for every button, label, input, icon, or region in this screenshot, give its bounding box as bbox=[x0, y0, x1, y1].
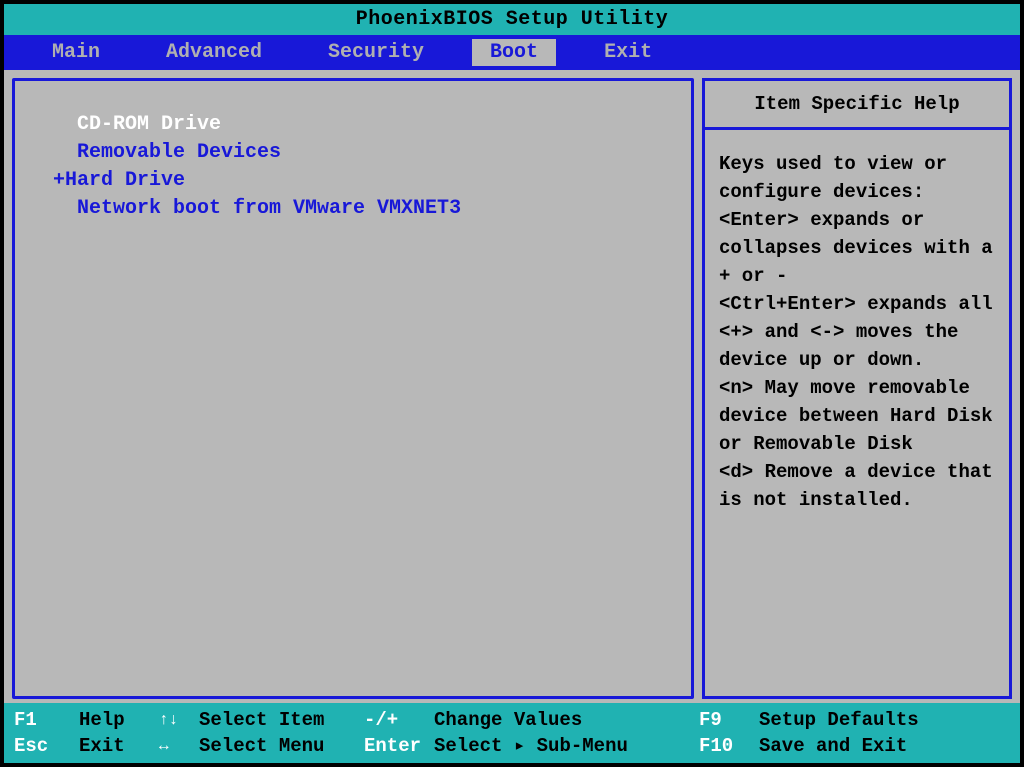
label-change-values: Change Values bbox=[434, 707, 699, 733]
label-select-submenu: Select ▸ Sub-Menu bbox=[434, 733, 699, 759]
key-plusminus: -/+ bbox=[364, 707, 434, 733]
tab-boot[interactable]: Boot bbox=[472, 39, 556, 66]
label-select-menu: Select Menu bbox=[199, 733, 364, 759]
title-bar: PhoenixBIOS Setup Utility bbox=[4, 4, 1020, 35]
bios-window: PhoenixBIOS Setup Utility Main Advanced Se… bbox=[4, 4, 1020, 763]
key-f9: F9 bbox=[699, 707, 759, 733]
key-updown-icon: ↑↓ bbox=[159, 707, 199, 733]
label-exit: Exit bbox=[79, 733, 159, 759]
key-leftright-icon: ↔ bbox=[159, 733, 199, 759]
boot-item[interactable]: CD-ROM Drive bbox=[65, 111, 641, 139]
footer-bar: F1 Help ↑↓ Select Item -/+ Change Values… bbox=[4, 703, 1020, 763]
help-header-text: Item Specific Help bbox=[754, 93, 959, 115]
label-setup-defaults: Setup Defaults bbox=[759, 707, 1010, 733]
help-header: Item Specific Help bbox=[702, 78, 1012, 127]
help-body: Keys used to view or configure devices: … bbox=[702, 127, 1012, 699]
app-title: PhoenixBIOS Setup Utility bbox=[356, 8, 669, 31]
tab-exit[interactable]: Exit bbox=[586, 39, 670, 66]
key-enter: Enter bbox=[364, 733, 434, 759]
label-help: Help bbox=[79, 707, 159, 733]
content-area: CD-ROM Drive Removable DevicesHard Drive… bbox=[4, 70, 1020, 703]
boot-list[interactable]: CD-ROM Drive Removable DevicesHard Drive… bbox=[65, 111, 641, 223]
boot-item[interactable]: Hard Drive bbox=[65, 167, 641, 195]
tab-main[interactable]: Main bbox=[34, 39, 118, 66]
label-select-item: Select Item bbox=[199, 707, 364, 733]
tab-security[interactable]: Security bbox=[310, 39, 442, 66]
boot-item[interactable]: Removable Devices bbox=[65, 139, 641, 167]
label-save-exit: Save and Exit bbox=[759, 733, 1010, 759]
boot-order-panel: CD-ROM Drive Removable DevicesHard Drive… bbox=[12, 78, 694, 699]
boot-item[interactable]: Network boot from VMware VMXNET3 bbox=[65, 195, 641, 223]
menu-bar: Main Advanced Security Boot Exit bbox=[4, 35, 1020, 70]
key-f1: F1 bbox=[14, 707, 79, 733]
key-f10: F10 bbox=[699, 733, 759, 759]
key-esc: Esc bbox=[14, 733, 79, 759]
tab-advanced[interactable]: Advanced bbox=[148, 39, 280, 66]
help-panel: Item Specific Help Keys used to view or … bbox=[702, 78, 1012, 699]
